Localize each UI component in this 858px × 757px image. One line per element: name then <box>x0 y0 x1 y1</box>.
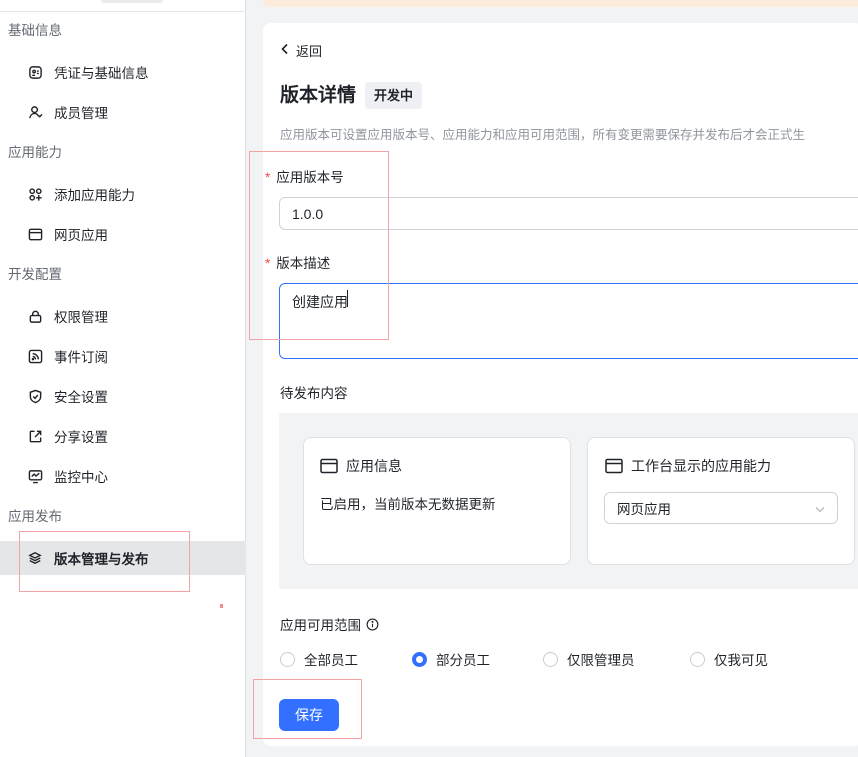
sidebar-item-events[interactable]: 事件订阅 <box>0 339 246 373</box>
version-description-textarea[interactable]: 创建应用 <box>279 283 858 359</box>
sidebar-item-label: 凭证与基础信息 <box>54 66 149 81</box>
chevron-down-icon <box>815 501 825 516</box>
required-mark: * <box>265 256 271 271</box>
sidebar-top-tab <box>101 0 163 3</box>
status-badge: 开发中 <box>365 82 423 109</box>
shield-icon <box>27 388 43 404</box>
sidebar-item-label: 成员管理 <box>54 106 108 121</box>
info-icon[interactable] <box>366 618 379 631</box>
monitor-icon <box>27 468 43 484</box>
version-input[interactable] <box>279 197 858 230</box>
group-title-publish: 应用发布 <box>8 509 62 524</box>
rss-icon <box>27 348 43 364</box>
sidebar-item-credentials[interactable]: 凭证与基础信息 <box>0 55 246 89</box>
group-title-app-capabilities: 应用能力 <box>8 145 62 160</box>
sidebar-item-members[interactable]: 成员管理 <box>0 95 246 129</box>
sidebar-item-security[interactable]: 安全设置 <box>0 379 246 413</box>
radio-circle <box>690 651 705 667</box>
scope-radio-partial[interactable]: 部分员工 <box>412 650 490 668</box>
notice-banner <box>263 0 858 7</box>
required-mark: * <box>265 170 271 185</box>
lock-icon <box>27 308 43 324</box>
page-description: 应用版本可设置应用版本号、应用能力和应用可用范围，所有变更需要保存并发布后才会正… <box>280 128 806 142</box>
sidebar-item-label: 分享设置 <box>54 430 108 445</box>
scope-radio-all[interactable]: 全部员工 <box>280 650 358 668</box>
sidebar-divider <box>0 11 246 12</box>
sidebar-item-monitor[interactable]: 监控中心 <box>0 459 246 493</box>
workbench-header: 工作台显示的应用能力 <box>605 456 771 476</box>
group-title-dev-config: 开发配置 <box>8 267 62 282</box>
browser-icon <box>320 457 338 475</box>
chevron-left-icon <box>280 43 290 57</box>
sidebar-item-label: 权限管理 <box>54 310 108 325</box>
sidebar-item-web-app[interactable]: 网页应用 <box>0 217 246 251</box>
browser-icon <box>605 457 623 475</box>
app-info-text: 已启用，当前版本无数据更新 <box>320 497 496 512</box>
radio-circle <box>280 651 295 667</box>
radio-circle <box>543 651 558 667</box>
capability-select[interactable]: 网页应用 <box>604 492 838 524</box>
sidebar: 基础信息 凭证与基础信息 成员管理 应用能力 添加应用能力 网页应用 开发配置 … <box>0 0 246 757</box>
scope-radio-admins[interactable]: 仅限管理员 <box>543 650 635 668</box>
sidebar-item-add-capability[interactable]: 添加应用能力 <box>0 177 246 211</box>
pending-content-title: 待发布内容 <box>280 386 348 401</box>
sidebar-item-label: 安全设置 <box>54 390 108 405</box>
desc-field-label: * 版本描述 <box>265 256 331 271</box>
back-button[interactable]: 返回 <box>280 40 322 60</box>
share-icon <box>27 428 43 444</box>
scope-radio-self[interactable]: 仅我可见 <box>690 650 768 668</box>
scope-title: 应用可用范围 <box>280 614 379 634</box>
sidebar-item-label: 添加应用能力 <box>54 188 135 203</box>
sidebar-item-label: 事件订阅 <box>54 350 108 365</box>
sidebar-item-label: 版本管理与发布 <box>54 552 149 567</box>
browser-icon <box>27 226 43 242</box>
group-title-basic-info: 基础信息 <box>8 23 62 38</box>
member-icon <box>27 104 43 120</box>
sidebar-item-label: 网页应用 <box>54 228 108 243</box>
sidebar-item-label: 监控中心 <box>54 470 108 485</box>
back-label: 返回 <box>296 43 323 59</box>
save-button[interactable]: 保存 <box>279 699 339 731</box>
sidebar-item-version-publish[interactable]: 版本管理与发布 <box>0 541 246 575</box>
sidebar-item-share[interactable]: 分享设置 <box>0 419 246 453</box>
layers-icon <box>27 550 43 566</box>
app-info-header: 应用信息 <box>320 456 402 476</box>
annotation-mark <box>220 604 223 608</box>
page-title: 版本详情 <box>280 85 357 106</box>
radio-circle-checked <box>412 651 427 667</box>
apps-add-icon <box>27 186 43 202</box>
credential-icon <box>27 64 43 80</box>
text-caret <box>347 290 348 307</box>
sidebar-item-permissions[interactable]: 权限管理 <box>0 299 246 333</box>
capability-select-value: 网页应用 <box>617 502 671 517</box>
version-field-label: * 应用版本号 <box>265 170 344 185</box>
